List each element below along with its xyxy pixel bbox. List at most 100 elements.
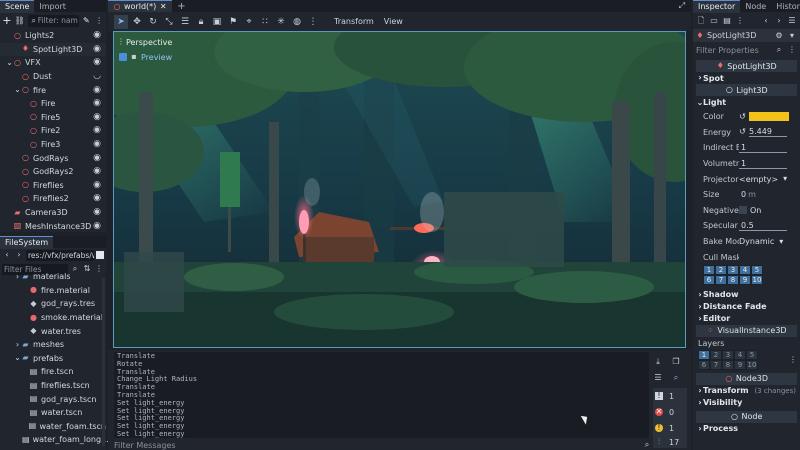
section-visibility[interactable]: › Visibility	[693, 397, 800, 409]
eye-icon[interactable]: ◉	[92, 31, 102, 41]
layers-grid-cell[interactable]: 9	[734, 359, 746, 370]
cull-grid-cell[interactable]: 6	[703, 274, 715, 285]
eye-icon[interactable]: ◉	[92, 153, 102, 163]
sun-preview-icon[interactable]: ✳	[274, 15, 288, 29]
cull-grid-cell[interactable]: 5	[751, 264, 763, 275]
filter-search-icon[interactable]: ⌕	[642, 440, 652, 450]
layers-menu-icon[interactable]: ⋮	[788, 355, 798, 365]
scale-tool-icon[interactable]: ⤡	[162, 15, 176, 29]
output-filter-input[interactable]: Filter Messages	[114, 441, 649, 450]
scene-tree-item[interactable]: ○ Fireflies ◉	[0, 179, 106, 193]
tab-inspector[interactable]: Inspector	[693, 0, 741, 13]
scene-tree-item[interactable]: ○ Fire5 ◉	[0, 111, 106, 125]
filesystem-item[interactable]: ● fire.material	[0, 284, 106, 298]
filesystem-item[interactable]: ▤ fire.tscn	[0, 365, 106, 379]
link-icon[interactable]: ⛓	[15, 16, 25, 26]
eye-icon[interactable]: ◉	[92, 85, 102, 95]
layers-grid-cell[interactable]: 2	[710, 349, 722, 360]
back-icon[interactable]: ‹	[2, 250, 12, 260]
cull-grid-cell[interactable]: 4	[739, 264, 751, 275]
scene-tree-item[interactable]: ○ GodRays ◉	[0, 151, 106, 165]
class-header-light3d[interactable]: ○ Light3D	[696, 84, 797, 96]
viewport-menu[interactable]: ⋮ Perspective	[117, 37, 172, 47]
eye-closed-icon[interactable]: ◡	[92, 72, 102, 82]
snap-icon[interactable]: ⌖	[242, 15, 256, 29]
scene-tree-item[interactable]: ♦ SpotLight3D ◉	[0, 42, 106, 57]
tab-filesystem[interactable]: FileSystem	[0, 235, 54, 249]
more-options-icon[interactable]: ⋮	[306, 15, 320, 29]
open-resource-icon[interactable]: ▭	[709, 16, 719, 26]
scene-tree-item[interactable]: ▧ MeshInstance3D ◉	[0, 219, 106, 233]
filesystem-item[interactable]: › ▰ meshes	[0, 338, 106, 352]
filesystem-item[interactable]: ▤ water_foam.tscn	[0, 420, 106, 434]
section-light[interactable]: ⌄ Light	[693, 96, 800, 109]
cull-grid-cell[interactable]: 1	[703, 264, 715, 275]
save-icon[interactable]: ▤	[722, 16, 732, 26]
history-list-icon[interactable]: ☰	[787, 16, 797, 26]
transform-menu[interactable]: Transform	[330, 17, 378, 26]
section-distance-fade[interactable]: › Distance Fade	[693, 301, 800, 313]
filesystem-item[interactable]: ▤ water_foam_long...	[0, 433, 109, 447]
scene-filter-input[interactable]: ⌕ Filter: nam	[27, 14, 79, 27]
filesystem-item[interactable]: ◆ god_rays.tres	[0, 297, 106, 311]
layers-grid-cell[interactable]: 3	[722, 349, 734, 360]
filesystem-path[interactable]: res://vfx/prefabs/wind	[26, 249, 94, 261]
copy-output-icon[interactable]: ❐	[671, 357, 681, 367]
rotate-tool-icon[interactable]: ↻	[146, 15, 160, 29]
add-scene-tab-button[interactable]: +	[172, 0, 190, 13]
eye-icon[interactable]: ◉	[92, 112, 102, 122]
section-editor[interactable]: › Editor	[693, 313, 800, 325]
filesystem-item[interactable]: ▤ fireflies.tscn	[0, 379, 106, 393]
eye-icon[interactable]: ◉	[92, 180, 102, 190]
cull-grid-cell[interactable]: 8	[727, 274, 739, 285]
script-icon[interactable]: ✎	[82, 16, 92, 26]
layers-grid-cell[interactable]: 7	[710, 359, 722, 370]
eye-icon[interactable]: ◉	[92, 126, 102, 136]
section-transform[interactable]: › Transform (3 changes)	[693, 385, 800, 397]
tab-import[interactable]: Import	[34, 0, 71, 13]
scene-tree-item[interactable]: ⌄ ○ VFX ◉	[0, 56, 106, 70]
class-header-node[interactable]: ○ Node	[696, 410, 797, 423]
layers-grid-cell[interactable]: 10	[746, 359, 758, 370]
cull-grid-cell[interactable]: 10	[751, 274, 763, 285]
filesystem-item[interactable]: ▤ water.tscn	[0, 406, 106, 420]
history-back-icon[interactable]: ‹	[761, 16, 771, 26]
eye-icon[interactable]: ◉	[92, 208, 102, 218]
class-header-visualinstance3d[interactable]: ⁘ VisualInstance3D	[696, 324, 797, 337]
layers-grid[interactable]: 1 2 3 4 5 6 7 8 9 10	[698, 349, 760, 370]
cull-grid-cell[interactable]: 3	[727, 264, 739, 275]
filesystem-item[interactable]: ◆ water.tres	[0, 324, 106, 338]
section-spot[interactable]: › Spot	[693, 72, 800, 84]
close-icon[interactable]: ✕	[159, 2, 167, 12]
cull-grid-cell[interactable]: 9	[739, 274, 751, 285]
filesystem-item[interactable]: ▤ god_rays.tscn	[0, 392, 106, 406]
local-space-icon[interactable]: ∷	[258, 15, 272, 29]
group-icon[interactable]: ▣	[210, 15, 224, 29]
search-icon[interactable]: ⌕	[774, 45, 784, 55]
preview-toggle[interactable]: ▪ Preview	[119, 52, 172, 62]
size-slider[interactable]: 0	[739, 190, 746, 199]
layers-grid-cell[interactable]: 5	[746, 349, 758, 360]
scene-tree-item[interactable]: ○ Lights2 ◉	[0, 29, 106, 43]
warning-count-toggle[interactable]: ! 1	[653, 420, 687, 436]
scene-tree-item[interactable]: ○ Fire ◉	[0, 97, 106, 111]
tab-world-scene[interactable]: ○ world(*) ✕	[108, 0, 173, 13]
search-icon[interactable]: ⌕	[671, 373, 681, 383]
scene-tree-item[interactable]: ○ Fireflies2 ◉	[0, 192, 106, 206]
scene-tree-item[interactable]: ▰ Camera3D ◉	[0, 206, 106, 220]
move-tool-icon[interactable]: ✥	[130, 15, 144, 29]
cull-grid-cell[interactable]: 7	[715, 274, 727, 285]
chevron-down-icon[interactable]: ▾	[780, 174, 790, 184]
eye-icon[interactable]: ◉	[92, 167, 102, 177]
distraction-free-icon[interactable]: ⤢	[677, 1, 687, 11]
projector-picker[interactable]: <empty>	[739, 175, 778, 184]
chevron-down-icon[interactable]: ⌄	[6, 58, 13, 68]
eye-icon[interactable]: ◉	[92, 58, 102, 68]
layers-grid-cell[interactable]: 4	[734, 349, 746, 360]
filesystem-scrollbar[interactable]	[102, 278, 105, 446]
view-menu[interactable]: View	[380, 17, 407, 26]
filesystem-item[interactable]: ⌄ ▰ prefabs	[0, 352, 106, 366]
scene-tree-item[interactable]: ○ Dust ◡	[0, 70, 106, 84]
color-swatch[interactable]	[749, 112, 789, 122]
eye-icon[interactable]: ◉	[92, 194, 102, 204]
